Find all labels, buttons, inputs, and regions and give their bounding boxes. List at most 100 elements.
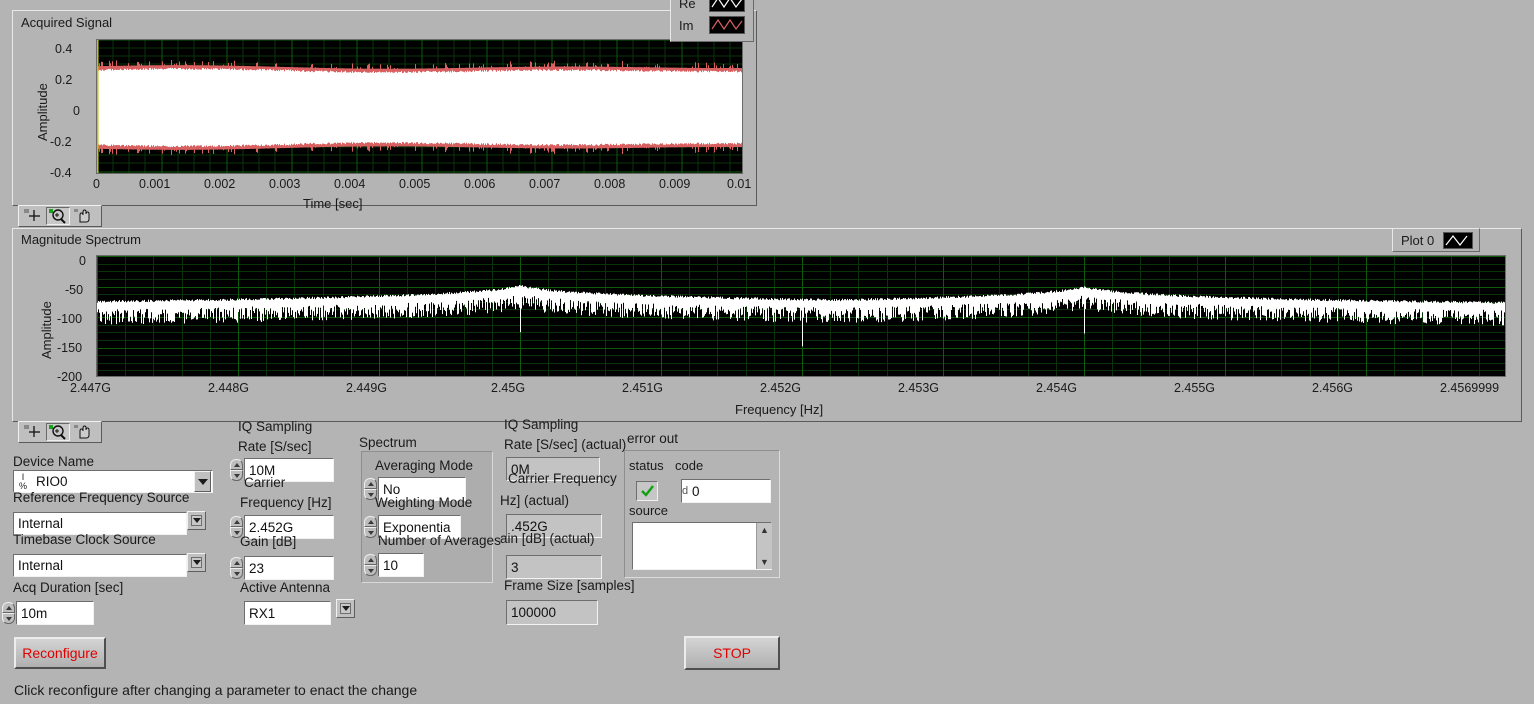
- acq-duration-stepper[interactable]: [2, 602, 15, 624]
- acq-duration-field[interactable]: 10m: [16, 601, 94, 625]
- spectrum-group-title: Spectrum: [359, 435, 417, 450]
- device-name-label: Device Name: [13, 454, 95, 469]
- magnitude-spectrum-tool-palette[interactable]: [18, 421, 102, 443]
- stepper-down-button[interactable]: [364, 527, 377, 538]
- iq-sampling-rate-label-line1: IQ Sampling: [238, 419, 313, 434]
- weighting-mode-stepper[interactable]: [364, 516, 377, 538]
- timebase-clock-source-ring-arrow[interactable]: [187, 553, 206, 572]
- gain-stepper[interactable]: [230, 557, 243, 579]
- acquired-signal-tool-palette[interactable]: [18, 205, 102, 227]
- signal-x-tick: 0.007: [529, 177, 561, 191]
- error-source-label: source: [629, 503, 669, 518]
- acquired-signal-plot[interactable]: [96, 39, 743, 174]
- reconfigure-button[interactable]: Reconfigure: [14, 637, 106, 669]
- reconfigure-hint: Click reconfigure after changing a param…: [14, 682, 418, 698]
- stop-button[interactable]: STOP: [684, 636, 780, 670]
- legend-item[interactable]: Im: [671, 14, 753, 36]
- averaging-mode-label: Averaging Mode: [375, 458, 474, 473]
- acquired-signal-graph-panel: Acquired Signal Amplitude 0.4 0.2 0 -0.2…: [12, 10, 757, 211]
- magnitude-spectrum-graph-panel: Magnitude Spectrum Amplitude 0 -50 -100 …: [12, 228, 1522, 422]
- signal-x-tick: 0.006: [464, 177, 496, 191]
- error-code-prefix: d: [682, 485, 689, 497]
- carrier-frequency-label-line1: Carrier: [244, 475, 286, 490]
- signal-y-tick: 0.2: [55, 73, 73, 87]
- stepper-up-button[interactable]: [2, 602, 15, 613]
- stepper-up-button[interactable]: [364, 554, 377, 565]
- carrier-frequency-actual-label-line2: Hz] (actual): [500, 493, 570, 508]
- crosshair-cursor-tool-button[interactable]: [21, 207, 45, 225]
- zoom-tool-button[interactable]: [46, 423, 70, 441]
- signal-x-tick: 0: [93, 177, 100, 191]
- acquired-signal-legend[interactable]: Re Im: [670, 0, 754, 42]
- magnitude-spectrum-title: Magnitude Spectrum: [21, 232, 141, 247]
- spectrum-x-tick: 2.451G: [622, 381, 664, 395]
- timebase-clock-source-field[interactable]: Internal: [13, 554, 187, 577]
- magnitude-spectrum-legend[interactable]: Plot 0: [1392, 228, 1480, 252]
- frame-size-indicator: 100000: [506, 600, 598, 625]
- active-antenna-ring-arrow[interactable]: [336, 599, 355, 618]
- spectrum-x-tick: 2.4569999: [1440, 381, 1500, 395]
- signal-x-tick: 0.001: [139, 177, 171, 191]
- stepper-down-button[interactable]: [2, 613, 15, 624]
- pan-hand-tool-button[interactable]: [71, 207, 95, 225]
- signal-x-tick: 0.002: [204, 177, 236, 191]
- scroll-down-icon[interactable]: ▼: [760, 555, 769, 569]
- spectrum-x-tick: 2.452G: [760, 381, 802, 395]
- spectrum-x-tick: 2.455G: [1174, 381, 1216, 395]
- gain-field[interactable]: 23: [244, 556, 334, 580]
- iq-rate-actual-label-line2: Rate [S/sec] (actual): [504, 437, 627, 452]
- crosshair-cursor-tool-button[interactable]: [21, 423, 45, 441]
- spectrum-x-tick: 2.448G: [208, 381, 250, 395]
- stepper-up-button[interactable]: [230, 459, 243, 470]
- signal-y-tick: -0.2: [50, 135, 72, 149]
- legend-label: Plot 0: [1401, 232, 1435, 248]
- chevron-down-icon: [197, 478, 208, 485]
- iq-sampling-rate-stepper[interactable]: [230, 459, 243, 481]
- stepper-down-button[interactable]: [230, 568, 243, 579]
- gain-label: Gain [dB]: [240, 534, 297, 549]
- reference-frequency-source-ring-arrow[interactable]: [187, 511, 206, 530]
- number-of-averages-stepper[interactable]: [364, 554, 377, 576]
- labview-front-panel: Acquired Signal Amplitude 0.4 0.2 0 -0.2…: [0, 0, 1534, 704]
- acq-duration-label: Acq Duration [sec]: [13, 580, 124, 595]
- legend-item[interactable]: Plot 0: [1393, 229, 1479, 251]
- signal-x-axis-title: Time [sec]: [303, 196, 363, 211]
- stepper-up-button[interactable]: [364, 478, 377, 489]
- frame-size-label: Frame Size [samples]: [504, 578, 635, 593]
- spectrum-y-axis-title: Amplitude: [39, 301, 54, 359]
- gain-actual-indicator: 3: [506, 555, 602, 579]
- active-antenna-field[interactable]: RX1: [244, 601, 331, 625]
- stepper-down-button[interactable]: [230, 470, 243, 481]
- stepper-up-button[interactable]: [364, 516, 377, 527]
- pan-hand-tool-button[interactable]: [71, 423, 95, 441]
- chevron-down-icon: [340, 603, 351, 614]
- legend-swatch-im: [709, 16, 745, 34]
- number-of-averages-field[interactable]: 10: [378, 553, 424, 577]
- io-name-glyph: I%: [18, 472, 27, 491]
- chevron-down-icon: [191, 557, 202, 568]
- chevron-down-icon: [191, 515, 202, 526]
- stepper-up-button[interactable]: [230, 557, 243, 568]
- iq-rate-actual-label-line1: IQ Sampling: [504, 417, 579, 432]
- signal-x-tick: 0.01: [727, 177, 752, 191]
- device-name-dropdown-arrow[interactable]: [194, 471, 211, 492]
- legend-item[interactable]: Re: [671, 0, 753, 14]
- legend-label: Re: [679, 0, 696, 11]
- stepper-up-button[interactable]: [230, 516, 243, 527]
- checkmark-icon: [640, 485, 654, 497]
- timebase-clock-source-label: Timebase Clock Source: [13, 532, 156, 547]
- stepper-down-button[interactable]: [364, 565, 377, 576]
- signal-x-tick: 0.004: [334, 177, 366, 191]
- error-status-label: status: [629, 458, 664, 473]
- signal-y-tick: 0: [73, 104, 80, 118]
- spectrum-x-axis-title: Frequency [Hz]: [735, 402, 824, 417]
- scroll-up-icon[interactable]: ▲: [760, 523, 769, 537]
- weighting-mode-label: Weighting Mode: [375, 495, 473, 510]
- zoom-tool-button[interactable]: [46, 207, 70, 225]
- iq-sampling-rate-label-line2: Rate [S/sec]: [238, 439, 312, 454]
- reference-frequency-source-label: Reference Frequency Source: [13, 490, 190, 505]
- error-code-label: code: [675, 458, 704, 473]
- error-source-scrollbar[interactable]: ▲ ▼: [756, 523, 772, 569]
- magnitude-spectrum-plot[interactable]: [96, 255, 1506, 377]
- number-of-averages-label: Number of Averages: [378, 533, 501, 548]
